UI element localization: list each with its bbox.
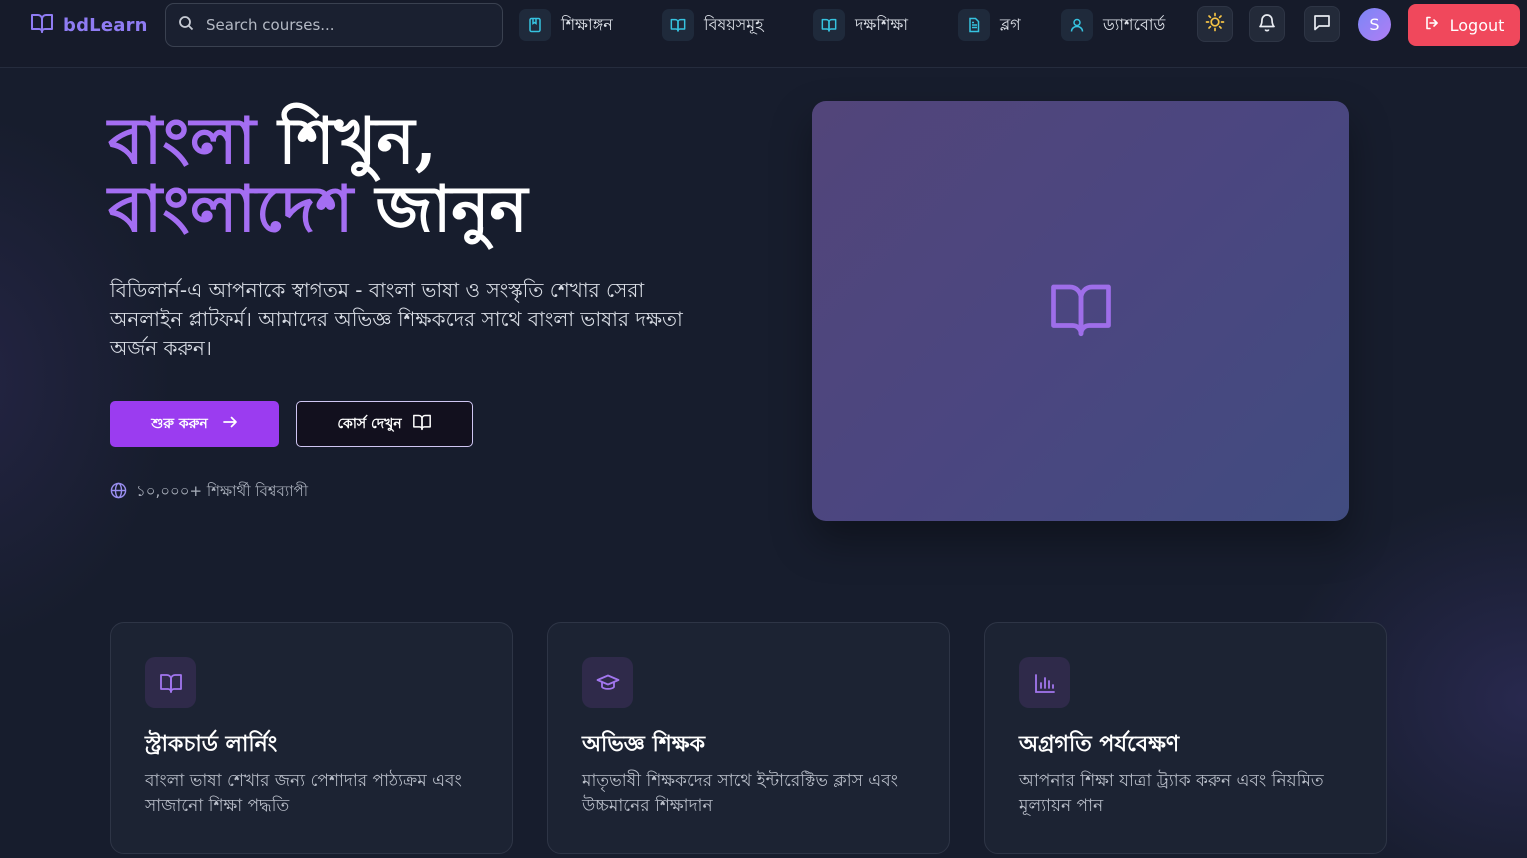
- open-book-icon: [1048, 278, 1114, 344]
- hero-title: বাংলা শিখুন, বাংলাদেশ জানুন: [108, 108, 708, 244]
- hero-title-accent: বাংলাদেশ: [108, 172, 354, 247]
- graduation-cap-icon: [582, 657, 633, 708]
- top-navbar: bdLearn শিক্ষাঙ্গন বিষয়সমূহ দক্ষশিক্ষা: [0, 0, 1527, 68]
- bar-chart-icon: [1019, 657, 1070, 708]
- search-bar: [165, 3, 503, 47]
- open-book-icon: [813, 9, 845, 41]
- nav-link-label: ব্লগ: [1000, 14, 1021, 34]
- brand-logo[interactable]: bdLearn: [30, 12, 148, 38]
- feature-card-structured-learning: স্ট্রাকচার্ড লার্নিং বাংলা ভাষা শেখার জন…: [110, 622, 513, 854]
- notifications-button[interactable]: [1249, 6, 1285, 42]
- nav-link-skills[interactable]: দক্ষশিক্ষা: [813, 8, 908, 42]
- feature-card-description: আপনার শিক্ষা যাত্রা ট্র্যাক করুন এবং নিয…: [1019, 771, 1324, 816]
- messages-button[interactable]: [1304, 6, 1340, 42]
- nav-link-blog[interactable]: ব্লগ: [958, 8, 1021, 42]
- nav-link-label: বিষয়সমূহ: [704, 14, 764, 34]
- hero-title-accent: বাংলা: [108, 104, 256, 179]
- open-book-icon: [145, 657, 196, 708]
- learners-text: ১০,০০০+ শিক্ষার্থী বিশ্বব্যাপী: [136, 482, 309, 500]
- open-book-icon: [662, 9, 694, 41]
- nav-link-academy[interactable]: শিক্ষাঙ্গন: [519, 8, 613, 42]
- sun-icon: [1205, 12, 1225, 36]
- nav-link-label: দক্ষশিক্ষা: [855, 14, 909, 34]
- hero-title-plain: জানুন: [375, 172, 528, 247]
- learners-count: ১০,০০০+ শিক্ষার্থী বিশ্বব্যাপী: [110, 480, 308, 505]
- nav-link-label: শিক্ষাঙ্গন: [561, 14, 613, 34]
- hero-title-line-2: বাংলাদেশ জানুন: [108, 176, 708, 244]
- arrow-right-icon: [222, 414, 238, 434]
- get-started-button[interactable]: শুরু করুন: [110, 401, 279, 447]
- bookmark-book-icon: [519, 9, 551, 41]
- open-book-icon: [30, 12, 54, 38]
- feature-card-experienced-teachers: অভিজ্ঞ শিক্ষক মাতৃভাষী শিক্ষকদের সাথে ইন…: [547, 622, 950, 854]
- avatar[interactable]: S: [1358, 8, 1391, 41]
- logout-icon: [1424, 15, 1440, 35]
- open-book-icon: [412, 413, 432, 435]
- feature-card-description: বাংলা ভাষা শেখার জন্য পেশাদার পাঠ্যক্রম …: [145, 771, 462, 816]
- feature-card-description: মাতৃভাষী শিক্ষকদের সাথে ইন্টারেক্টিভ ক্ল…: [582, 771, 898, 816]
- bell-icon: [1257, 12, 1277, 36]
- user-icon: [1061, 9, 1093, 41]
- globe-icon: [110, 482, 127, 503]
- nav-link-dashboard[interactable]: ড্যাশবোর্ড: [1061, 8, 1165, 42]
- feature-card-title: স্ট্রাকচার্ড লার্নিং: [145, 732, 278, 757]
- document-icon: [958, 9, 990, 41]
- hero-title-line-1: বাংলা শিখুন,: [108, 108, 708, 176]
- logout-button[interactable]: Logout: [1408, 4, 1520, 46]
- hero-image: [812, 101, 1349, 521]
- nav-link-label: ড্যাশবোর্ড: [1103, 14, 1166, 34]
- hero-title-plain: শিখুন,: [278, 104, 437, 179]
- get-started-label: শুরু করুন: [151, 416, 208, 432]
- view-courses-label: কোর্স দেখুন: [337, 416, 402, 432]
- feature-card-progress-tracking: অগ্রগতি পর্যবেক্ষণ আপনার শিক্ষা যাত্রা ট…: [984, 622, 1387, 854]
- page: bdLearn শিক্ষাঙ্গন বিষয়সমূহ দক্ষশিক্ষা: [0, 0, 1527, 858]
- hero-description: বিডিলার্ন-এ আপনাকে স্বাগতম - বাংলা ভাষা …: [110, 278, 683, 360]
- search-input[interactable]: [206, 16, 476, 34]
- brand-name: bdLearn: [63, 14, 148, 36]
- logout-label: Logout: [1449, 15, 1505, 35]
- feature-card-title: অগ্রগতি পর্যবেক্ষণ: [1019, 732, 1180, 757]
- search-icon: [178, 15, 194, 35]
- view-courses-button[interactable]: কোর্স দেখুন: [296, 401, 473, 447]
- theme-toggle-button[interactable]: [1197, 6, 1233, 42]
- nav-link-subjects[interactable]: বিষয়সমূহ: [662, 8, 764, 42]
- chat-bubble-icon: [1312, 12, 1332, 36]
- feature-card-title: অভিজ্ঞ শিক্ষক: [582, 732, 705, 757]
